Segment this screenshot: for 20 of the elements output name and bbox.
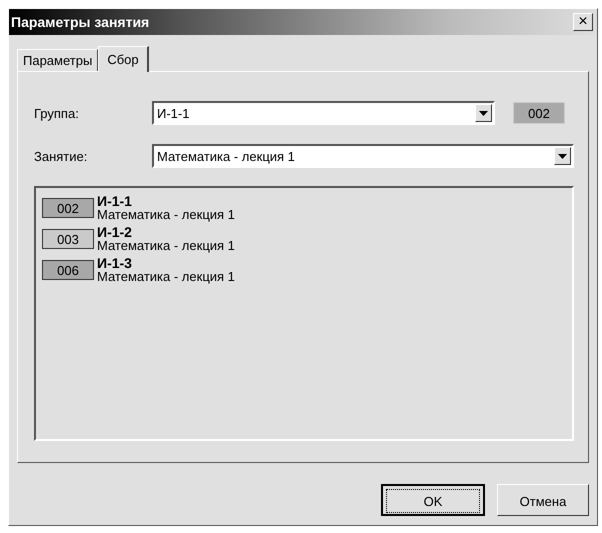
group-name: И-1-1 [97, 194, 133, 208]
group-name: И-1-2 [97, 225, 133, 239]
lesson-name: Математика - лекция 1 [97, 239, 235, 253]
close-button[interactable]: × [573, 13, 593, 31]
group-dropdown[interactable]: И-1-1 [152, 101, 495, 125]
window-title: Параметры занятия [11, 14, 150, 30]
group-code: 002 [42, 198, 94, 218]
lesson-name: Математика - лекция 1 [97, 208, 235, 222]
group-code: 006 [42, 260, 94, 280]
group-name: И-1-3 [97, 256, 133, 270]
group-code: 002 [513, 102, 565, 124]
cancel-button[interactable]: Отмена [497, 484, 589, 516]
field-label: Занятие: [34, 148, 88, 164]
tab[interactable]: Параметры [17, 49, 98, 71]
ok-button[interactable]: OK [381, 484, 485, 516]
lesson-dropdown[interactable]: Математика - лекция 1 [152, 144, 574, 168]
group-code: 003 [42, 229, 94, 249]
field-label: Группа: [34, 106, 80, 120]
lesson-name: Математика - лекция 1 [97, 270, 235, 284]
tab[interactable]: Сбор [98, 46, 149, 72]
